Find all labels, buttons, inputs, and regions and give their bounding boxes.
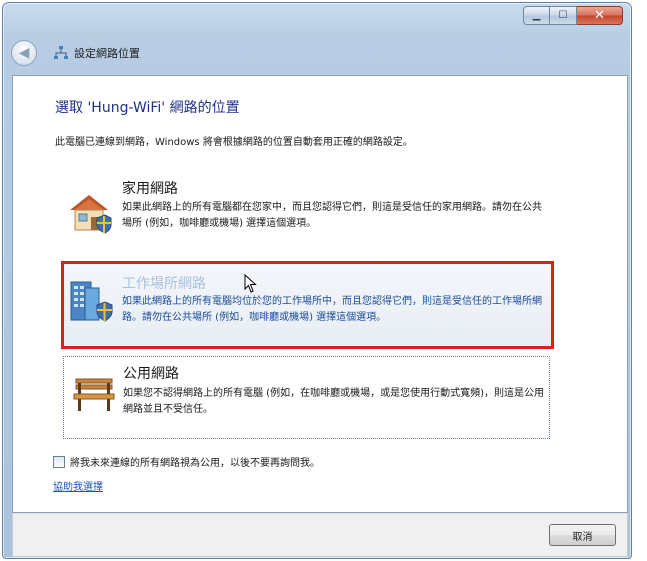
public-network-option[interactable]: 公用網路 如果您不認得網路上的所有電腦 (例如，在咖啡廳或機場，或是您使用行動式… <box>63 356 550 439</box>
work-network-description: 如果此網路上的所有電腦均位於您的工作場所中，而且您認得它們，則這是受信任的工作場… <box>122 296 542 323</box>
navigation-bar: ◀ 設定網路位置 <box>9 38 140 68</box>
public-default-checkbox-row[interactable]: 將我未來連線的所有網路視為公用，以後不要再詢問我。 <box>53 454 320 469</box>
mouse-cursor-icon <box>244 274 257 293</box>
home-network-option[interactable]: 家用網路 如果此網路上的所有電腦都在您家中，而且您認得它們，則這是受信任的家用網… <box>61 176 554 252</box>
window-controls: ▁ ☐ ✕ <box>523 6 623 25</box>
page-description: 此電腦已連線到網路，Windows 將會根據網路的位置自動套用正確的網路設定。 <box>55 137 413 148</box>
public-default-checkbox-label[interactable]: 將我未來連線的所有網路視為公用，以後不要再詢問我。 <box>70 454 320 469</box>
home-network-title: 家用網路 <box>122 181 178 197</box>
work-network-option[interactable]: 工作場所網路 如果此網路上的所有電腦均位於您的工作場所中，而且您認得它們，則這是… <box>61 261 554 349</box>
maximize-button[interactable]: ☐ <box>550 6 577 25</box>
home-network-description: 如果此網路上的所有電腦都在您家中，而且您認得它們，則這是受信任的家用網路。請勿在… <box>122 202 542 229</box>
close-icon: ✕ <box>594 8 605 23</box>
back-arrow-icon: ◀ <box>18 45 30 61</box>
dialog-footer: 取消 <box>12 513 628 557</box>
window-title: 設定網路位置 <box>74 47 140 60</box>
minimize-icon: ▁ <box>532 10 541 21</box>
home-network-icon <box>70 195 112 234</box>
public-network-icon <box>73 378 115 411</box>
public-default-checkbox[interactable] <box>53 455 65 468</box>
cancel-button[interactable]: 取消 <box>549 524 616 546</box>
maximize-icon: ☐ <box>558 10 568 21</box>
back-button[interactable]: ◀ <box>11 40 37 66</box>
close-button[interactable]: ✕ <box>577 6 623 25</box>
page-title: 選取 'Hung-WiFi' 網路的位置 <box>55 100 240 116</box>
network-icon <box>54 46 68 59</box>
work-network-title: 工作場所網路 <box>122 276 206 292</box>
public-network-title: 公用網路 <box>123 366 179 382</box>
work-network-icon <box>70 281 113 322</box>
dialog-window: ▁ ☐ ✕ ◀ 設定網路位置 選取 'Hung-WiFi' 網路的位置 此電腦已… <box>2 2 632 559</box>
public-network-description: 如果您不認得網路上的所有電腦 (例如，在咖啡廳或機場，或是您使用行動式寬頻)，則… <box>123 388 544 415</box>
content-pane: 選取 'Hung-WiFi' 網路的位置 此電腦已連線到網路，Windows 將… <box>12 75 628 513</box>
minimize-button[interactable]: ▁ <box>523 6 550 25</box>
help-me-choose-link[interactable]: 協助我選擇 <box>53 478 103 493</box>
